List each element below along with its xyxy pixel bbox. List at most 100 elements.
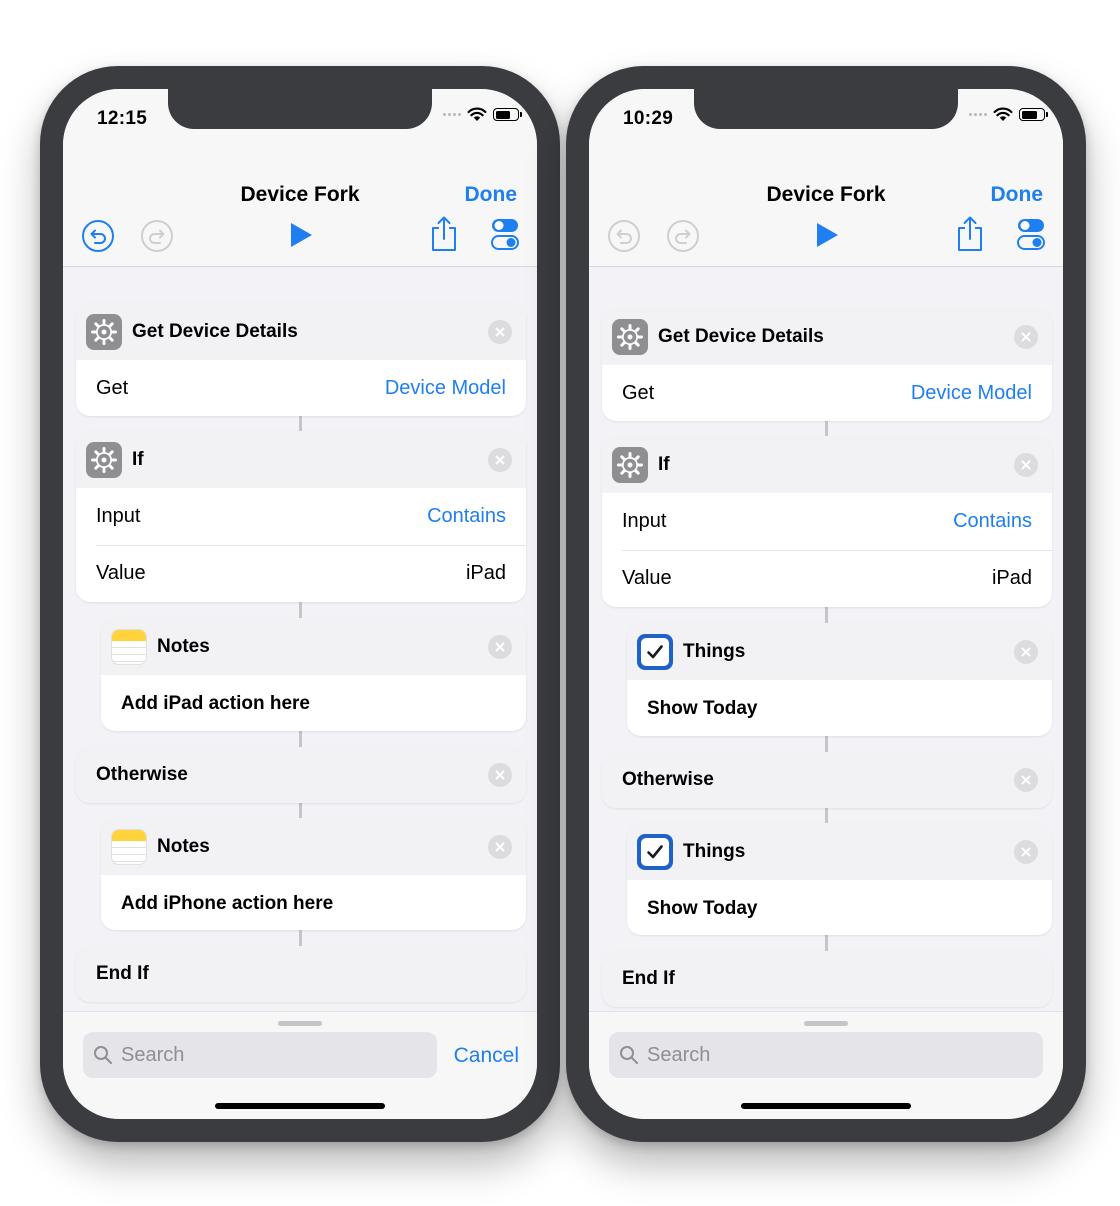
end-if-block[interactable]: End If [76,946,526,1002]
ipad-action-block[interactable]: Notes Add iPad action here [101,618,526,731]
cancel-button[interactable]: Cancel [454,1044,519,1068]
connector [825,607,828,623]
if-block[interactable]: If Input Contains Value iPad [76,431,526,602]
remove-action-button[interactable] [1014,324,1038,349]
parameter-label: Value [96,562,146,584]
device-detail-picker[interactable]: Device Model [911,382,1032,405]
value-field[interactable]: iPad [992,567,1032,590]
value-field[interactable]: iPad [466,562,506,585]
home-indicator [215,1103,385,1109]
done-button[interactable]: Done [991,183,1044,207]
play-icon[interactable] [287,221,315,249]
action-text: Show Today [647,897,758,919]
otherwise-block[interactable]: Otherwise [602,752,1052,808]
search-sheet: Search Cancel [63,1011,537,1119]
condition-picker[interactable]: Contains [427,505,506,528]
connector [299,416,302,431]
share-icon[interactable] [955,215,985,253]
block-title: If [658,453,670,475]
wifi-icon [467,107,487,121]
remove-action-button[interactable] [1014,839,1038,864]
gear-icon [612,318,648,355]
block-title: Otherwise [622,769,714,790]
otherwise-block[interactable]: Otherwise [76,747,526,803]
condition-picker[interactable]: Contains [953,510,1032,533]
parameter-label: Input [96,505,141,527]
battery-icon [1019,108,1048,121]
parameter-label: Value [622,567,672,589]
connector [825,421,828,436]
block-title: Get Device Details [658,325,824,347]
connector [825,736,828,752]
redo-icon[interactable] [666,219,700,253]
done-button[interactable]: Done [465,183,518,207]
remove-action-button[interactable] [488,447,512,472]
block-title: End If [622,968,675,989]
settings-toggle-icon[interactable] [1017,217,1045,251]
search-placeholder: Search [647,1043,711,1066]
search-sheet: Search [589,1011,1063,1119]
battery-icon [493,108,522,121]
connector [299,602,302,618]
search-field[interactable]: Search [609,1032,1043,1078]
if-block[interactable]: If Input Contains Value iPad [602,436,1052,607]
signal-dots-icon [969,113,987,116]
things-app-icon [637,833,673,870]
sheet-grabber[interactable] [804,1021,848,1026]
iphone-action-block[interactable]: Things Show Today [627,823,1052,935]
get-device-details-block[interactable]: Get Device Details Get Device Model [76,303,526,416]
get-device-details-block[interactable]: Get Device Details Get Device Model [602,308,1052,421]
status-time: 12:15 [97,108,148,129]
search-field[interactable]: Search [83,1032,437,1078]
block-title: End If [96,963,149,984]
remove-action-button[interactable] [1014,768,1038,792]
share-icon[interactable] [429,215,459,253]
undo-icon[interactable] [607,219,641,253]
sheet-grabber[interactable] [278,1021,322,1026]
block-title: Things [683,840,746,862]
wifi-icon [993,107,1013,121]
remove-action-button[interactable] [1014,639,1038,664]
search-placeholder: Search [121,1043,185,1066]
block-title: Notes [157,835,210,857]
remove-action-button[interactable] [488,634,512,659]
notes-app-icon [111,628,147,665]
status-icons [969,107,1048,122]
device-detail-picker[interactable]: Device Model [385,377,506,400]
remove-action-button[interactable] [488,319,512,344]
signal-dots-icon [443,113,461,116]
iphone-action-block[interactable]: Notes Add iPhone action here [101,818,526,930]
gear-icon [612,446,648,483]
home-indicator [741,1103,911,1109]
parameter-label: Get [96,377,129,399]
search-icon [94,1046,112,1064]
remove-action-button[interactable] [488,763,512,787]
connector [825,808,828,823]
block-title: Things [683,640,746,662]
phone-right: 10:29 Device Fork Done Get Device Detail… [566,66,1086,1142]
connector [299,803,302,818]
remove-action-button[interactable] [488,834,512,859]
settings-toggle-icon[interactable] [491,217,519,251]
remove-action-button[interactable] [1014,452,1038,477]
action-text: Show Today [647,697,758,719]
redo-icon[interactable] [140,219,174,253]
connector [299,930,302,946]
notch [694,89,958,129]
block-title: Get Device Details [132,320,298,342]
parameter-label: Get [622,382,655,404]
status-time: 10:29 [623,108,674,129]
end-if-block[interactable]: End If [602,951,1052,1007]
parameter-label: Input [622,510,667,532]
play-icon[interactable] [813,221,841,249]
phone-left: 12:15 Device Fork Done Get Device Detail… [40,66,560,1142]
screen-left: 12:15 Device Fork Done Get Device Detail… [63,89,537,1119]
gear-icon [86,441,122,478]
search-icon [620,1046,638,1064]
notch [168,89,432,129]
block-title: Notes [157,635,210,657]
undo-icon[interactable] [81,219,115,253]
status-icons [443,107,522,122]
ipad-action-block[interactable]: Things Show Today [627,623,1052,736]
things-app-icon [637,633,673,670]
